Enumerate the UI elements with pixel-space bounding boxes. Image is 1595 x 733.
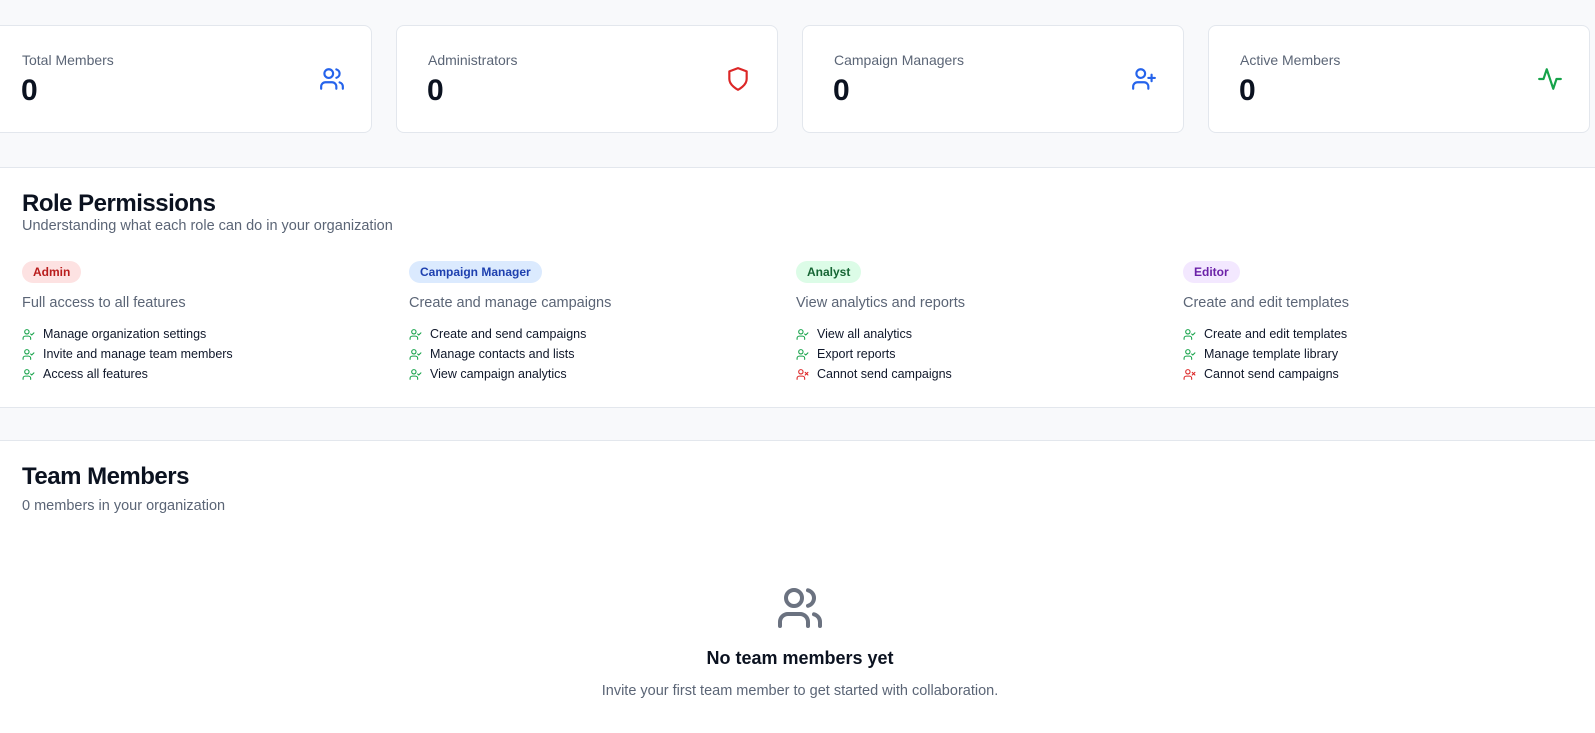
permission-item: Export reports xyxy=(796,344,1176,364)
stat-card-active-members: Active Members 0 xyxy=(1208,25,1590,133)
permission-text: Cannot send campaigns xyxy=(817,367,952,381)
permission-text: Create and edit templates xyxy=(1204,327,1348,341)
permission-list: View all analytics Export reports Cannot s… xyxy=(796,324,1176,384)
stat-card-campaign-managers: Campaign Managers 0 xyxy=(802,25,1184,133)
permission-list: Create and send campaigns Manage contacts… xyxy=(409,324,789,384)
permission-text: Create and send campaigns xyxy=(430,327,587,341)
role-column-analyst: Analyst View analytics and reports View … xyxy=(796,261,1176,384)
user-plus-icon xyxy=(1131,66,1157,92)
stat-label: Total Members xyxy=(22,52,114,68)
permission-list: Manage organization settings Invite and m… xyxy=(22,324,402,384)
user-check-icon xyxy=(796,348,809,361)
empty-state-text: Invite your first team member to get sta… xyxy=(601,683,999,699)
permission-item: Create and edit templates xyxy=(1183,324,1563,344)
stats-row: Total Members 0 Administrators 0 Campaig… xyxy=(0,25,1590,133)
stat-card-administrators: Administrators 0 xyxy=(396,25,778,133)
role-permissions-panel: Role Permissions Understanding what each… xyxy=(0,167,1595,408)
permission-text: Manage template library xyxy=(1204,347,1339,361)
user-check-icon xyxy=(22,368,35,381)
permission-item: Create and send campaigns xyxy=(409,324,789,344)
role-description: View analytics and reports xyxy=(796,295,965,311)
stat-value: 0 xyxy=(833,74,850,107)
role-description: Create and edit templates xyxy=(1183,295,1350,311)
shield-icon xyxy=(725,66,751,92)
empty-state-title: No team members yet xyxy=(706,648,894,668)
permission-text: Cannot send campaigns xyxy=(1204,367,1339,381)
permission-item: Manage contacts and lists xyxy=(409,344,789,364)
user-check-icon xyxy=(22,348,35,361)
role-column-editor: Editor Create and edit templates Create … xyxy=(1183,261,1563,384)
role-badge: Analyst xyxy=(796,261,862,283)
users-icon xyxy=(319,66,345,92)
activity-icon xyxy=(1537,66,1563,92)
user-check-icon xyxy=(409,368,422,381)
permission-item: Cannot send campaigns xyxy=(1183,364,1563,384)
panel-title: Team Members xyxy=(22,463,189,490)
stat-value: 0 xyxy=(1239,74,1256,107)
permission-text: Export reports xyxy=(817,347,896,361)
permission-text: View campaign analytics xyxy=(430,367,567,381)
permission-item: Access all features xyxy=(22,364,402,384)
user-check-icon xyxy=(1183,348,1196,361)
role-column-admin: Admin Full access to all features Manage… xyxy=(22,261,402,384)
permission-item: View all analytics xyxy=(796,324,1176,344)
role-description: Full access to all features xyxy=(22,295,186,311)
permission-item: Manage template library xyxy=(1183,344,1563,364)
permission-item: View campaign analytics xyxy=(409,364,789,384)
user-check-icon xyxy=(1183,328,1196,341)
stat-label: Campaign Managers xyxy=(834,52,964,68)
permission-text: Invite and manage team members xyxy=(43,347,233,361)
role-badge: Admin xyxy=(22,261,82,283)
permission-text: Access all features xyxy=(43,367,148,381)
user-x-icon xyxy=(1183,368,1196,381)
stat-value: 0 xyxy=(427,74,444,107)
stat-label: Active Members xyxy=(1240,52,1341,68)
user-check-icon xyxy=(409,348,422,361)
permission-text: Manage organization settings xyxy=(43,327,207,341)
stat-card-total-members: Total Members 0 xyxy=(0,25,372,133)
panel-subtitle: Understanding what each role can do in y… xyxy=(22,218,393,234)
users-icon xyxy=(776,584,824,632)
user-check-icon xyxy=(22,328,35,341)
permission-text: Manage contacts and lists xyxy=(430,347,575,361)
user-check-icon xyxy=(409,328,422,341)
team-members-panel: Team Members 0 members in your organizat… xyxy=(0,440,1595,733)
permission-item: Cannot send campaigns xyxy=(796,364,1176,384)
panel-title: Role Permissions xyxy=(22,190,216,217)
empty-state: No team members yet Invite your first te… xyxy=(0,584,1595,699)
permission-text: View all analytics xyxy=(817,327,912,341)
stat-value: 0 xyxy=(21,74,38,107)
stat-label: Administrators xyxy=(428,52,518,68)
role-column-campaign-manager: Campaign Manager Create and manage campa… xyxy=(409,261,789,384)
role-description: Create and manage campaigns xyxy=(409,295,612,311)
user-x-icon xyxy=(796,368,809,381)
role-badge: Editor xyxy=(1183,261,1240,283)
user-check-icon xyxy=(796,328,809,341)
permission-item: Invite and manage team members xyxy=(22,344,402,364)
role-badge: Campaign Manager xyxy=(409,261,542,283)
panel-subtitle: 0 members in your organization xyxy=(22,498,226,514)
permission-item: Manage organization settings xyxy=(22,324,402,344)
permission-list: Create and edit templates Manage template… xyxy=(1183,324,1563,384)
